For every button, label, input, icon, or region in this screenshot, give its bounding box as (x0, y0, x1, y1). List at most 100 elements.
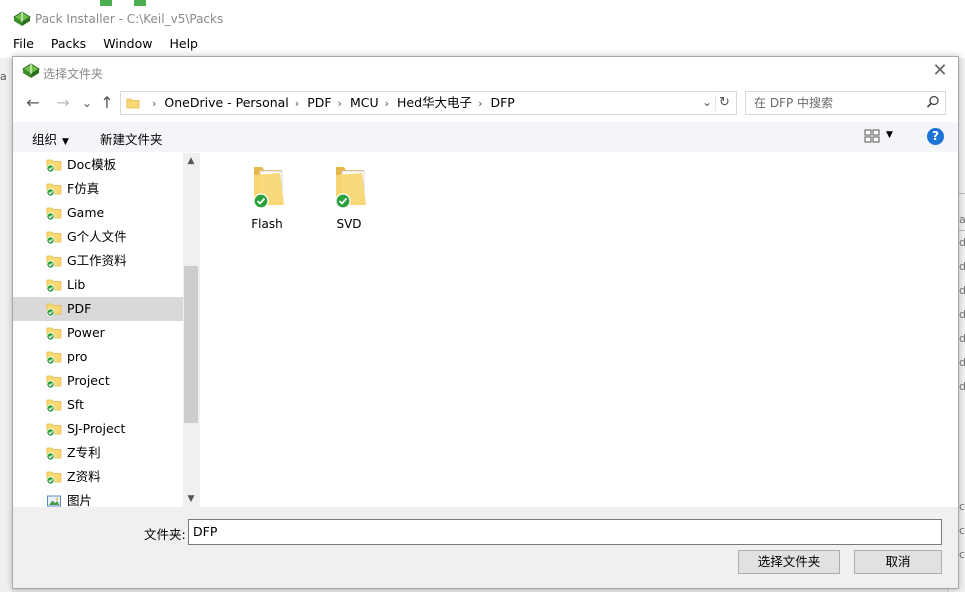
select-folder-button[interactable]: 选择文件夹 (738, 550, 840, 574)
up-arrow-icon[interactable]: ↑ (98, 94, 116, 112)
folder-name-input[interactable]: DFP (188, 519, 942, 545)
tree-item-label: Doc模板 (67, 157, 117, 172)
scrollbar-thumb[interactable] (184, 266, 198, 423)
view-options-button[interactable]: ▼ (864, 129, 894, 147)
tree-item[interactable]: SJ-Project (13, 417, 199, 441)
app-menu-bar: File Packs Window Help (0, 34, 965, 54)
tree-item-label: G个人文件 (67, 229, 127, 244)
folder-synced-icon (252, 163, 286, 212)
tree-item[interactable]: Z专利 (13, 441, 199, 465)
breadcrumb-onedrive[interactable]: OneDrive - Personal (164, 95, 288, 110)
breadcrumb-separator[interactable]: › (295, 97, 299, 110)
tree-item-label: SJ-Project (67, 421, 126, 436)
tree-item-label: Z资料 (67, 469, 101, 484)
dialog-title-bar[interactable]: 选择文件夹 ✕ (13, 57, 958, 87)
refresh-icon[interactable]: ↻ (715, 95, 733, 111)
breadcrumb-dfp[interactable]: DFP (490, 95, 514, 110)
organize-button[interactable]: 组织 ▼ (32, 129, 69, 148)
file-item[interactable]: Flash (232, 163, 302, 231)
folder-icon (126, 96, 140, 110)
background-text: d (959, 332, 965, 345)
file-item[interactable]: SVD (314, 163, 384, 231)
menu-packs[interactable]: Packs (51, 34, 86, 54)
address-bar[interactable]: › OneDrive - Personal › PDF › MCU › Hed华大电子 › DFP… (120, 91, 737, 115)
command-toolbar: 组织 ▼ 新建文件夹 ▼ ? (13, 122, 958, 152)
view-grid-icon (864, 129, 880, 143)
tree-item[interactable]: G工作资料 (13, 249, 199, 273)
tree-item[interactable]: pro (13, 345, 199, 369)
organize-label: 组织 (32, 132, 58, 147)
tree-item-label: pro (67, 349, 88, 364)
breadcrumb-separator[interactable]: › (385, 97, 389, 110)
background-text: c (959, 524, 965, 537)
search-input[interactable] (746, 92, 921, 114)
background-text: d (959, 380, 965, 393)
breadcrumb-separator[interactable]: › (478, 97, 482, 110)
file-name: SVD (336, 217, 362, 231)
tree-item-label: Sft (67, 397, 85, 412)
tree-item[interactable]: Lib (13, 273, 199, 297)
folder-synced-icon (334, 163, 368, 212)
tree-item-label: PDF (67, 301, 92, 316)
folder-field-label: 文件夹: (144, 527, 186, 542)
scroll-down-arrow-icon[interactable]: ▼ (183, 491, 199, 507)
app-title-bar: Pack Installer - C:\Keil_v5\Packs (0, 6, 965, 32)
tree-item-label: Game (67, 205, 105, 220)
file-name: Flash (251, 217, 283, 231)
background-text: a (0, 70, 7, 83)
menu-file[interactable]: File (13, 34, 34, 54)
tree-item-label: Power (67, 325, 105, 340)
tree-scrollbar[interactable]: ▲ ▼ (183, 153, 199, 507)
scroll-up-arrow-icon[interactable]: ▲ (183, 153, 199, 169)
back-arrow-icon[interactable]: ← (24, 94, 42, 112)
navigation-tree: Doc模板 F仿真 Game G个人文件 G工作资料 Lib PDF Power pro Proj… (13, 153, 199, 507)
dialog-bottom-bar: 文件夹: DFP 选择文件夹 取消 (13, 507, 958, 588)
tree-item-label: Lib (67, 277, 86, 292)
tree-item[interactable]: Game (13, 201, 199, 225)
address-dropdown-icon[interactable]: ⌄ (702, 95, 712, 109)
tree-item[interactable]: Power (13, 321, 199, 345)
background-text: a (959, 213, 965, 226)
menu-window[interactable]: Window (103, 34, 152, 54)
file-list-view: Flash SVD (200, 153, 958, 507)
background-text: c (959, 500, 965, 513)
menu-help[interactable]: Help (169, 34, 198, 54)
tree-item[interactable]: 图片 (13, 489, 199, 507)
background-left-edge: a (0, 58, 12, 592)
background-text: d (959, 356, 965, 369)
tree-item[interactable]: F仿真 (13, 177, 199, 201)
tree-item[interactable]: Z资料 (13, 465, 199, 489)
pack-installer-icon (22, 63, 40, 82)
tree-item[interactable]: Doc模板 (13, 153, 199, 177)
breadcrumb-separator: › (152, 97, 157, 110)
breadcrumb-hed[interactable]: Hed华大电子 (397, 95, 472, 110)
close-icon[interactable]: ✕ (930, 61, 950, 81)
tree-item[interactable]: Project (13, 369, 199, 393)
tree-item-label: G工作资料 (67, 253, 127, 268)
tree-item-label: 图片 (67, 493, 93, 507)
tree-list: Doc模板 F仿真 Game G个人文件 G工作资料 Lib PDF Power pro Proj… (13, 153, 199, 507)
forward-arrow-icon[interactable]: → (54, 94, 72, 112)
tree-item[interactable]: PDF (13, 297, 199, 321)
cancel-button[interactable]: 取消 (854, 550, 942, 574)
help-icon[interactable]: ? (927, 128, 944, 145)
breadcrumb-pdf[interactable]: PDF (307, 95, 331, 110)
select-folder-dialog: 选择文件夹 ✕ ← → ⌄ ↑ › OneDrive - Personal › PDF… (12, 56, 959, 589)
tree-item[interactable]: Sft (13, 393, 199, 417)
background-text: d (959, 236, 965, 249)
dialog-title: 选择文件夹 (43, 67, 104, 81)
search-icon[interactable] (926, 95, 940, 112)
tree-item[interactable]: G个人文件 (13, 225, 199, 249)
breadcrumb: › OneDrive - Personal › PDF › MCU › Hed华大电子 › DFP (146, 92, 515, 114)
tree-item-label: Project (67, 373, 110, 388)
search-box[interactable] (745, 91, 946, 115)
pictures-folder-icon (46, 493, 62, 507)
app-title: Pack Installer - C:\Keil_v5\Packs (35, 12, 224, 26)
background-text: d (959, 284, 965, 297)
new-folder-button[interactable]: 新建文件夹 (100, 129, 163, 148)
chevron-down-icon: ▼ (886, 130, 893, 140)
breadcrumb-mcu[interactable]: MCU (350, 95, 379, 110)
breadcrumb-separator[interactable]: › (338, 97, 342, 110)
recent-locations-icon[interactable]: ⌄ (78, 94, 96, 112)
navigation-bar: ← → ⌄ ↑ › OneDrive - Personal › PDF › MCU › Hed… (13, 88, 958, 118)
